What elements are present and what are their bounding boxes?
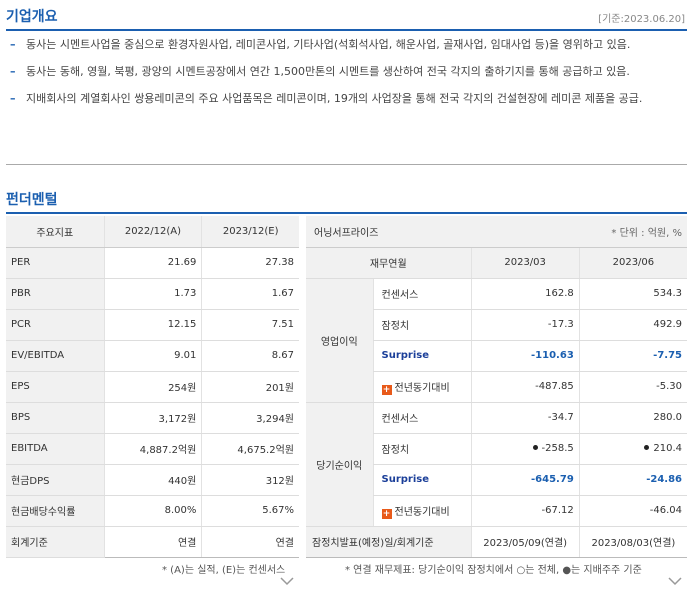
overview-list: – 동사는 시멘트사업을 중심으로 환경자원사업, 레미콘사업, 기타사업(석회석…: [10, 36, 680, 117]
controlling-shareholder-dot-icon: [644, 445, 650, 450]
group-label: 영업이익: [306, 278, 373, 403]
bullet-dash-icon: –: [10, 65, 16, 78]
table-row: BPS 3,172원 3,294원: [6, 402, 299, 434]
table-row: EBITDA 4,887.2억원 4,675.2억원: [6, 433, 299, 465]
table-row: PCR 12.15 7.51: [6, 309, 299, 341]
overview-title: 기업개요: [6, 9, 58, 25]
table-row: PER 21.69 27.38: [6, 247, 299, 279]
col-header: 주요지표: [6, 216, 104, 248]
fundamentals-top-rule: [6, 212, 687, 214]
yoy-expand-row[interactable]: + 전년동기대비: [372, 371, 471, 403]
col-header: 2022/12(A): [103, 216, 202, 248]
overview-date-note: [기준:2023.06.20]: [598, 14, 685, 25]
table-row: PBR 1.73 1.67: [6, 278, 299, 310]
unit-note: * 단위 : 억원, %: [471, 216, 687, 248]
expand-plus-icon[interactable]: +: [381, 508, 392, 519]
overview-top-rule: [6, 29, 687, 31]
col-header: 2023/12(E): [201, 216, 299, 248]
fundamentals-table: 주요지표 2022/12(A) 2023/12(E) PER 21.69 27.38…: [6, 216, 299, 558]
earnings-surprise-table: 어닝서프라이즈 * 단위 : 억원, % 재무연월 2023/03 2023/0…: [306, 216, 687, 558]
earnings-title: 어닝서프라이즈: [306, 216, 471, 248]
controlling-shareholder-dot-icon: [532, 445, 538, 450]
bullet-dash-icon: –: [10, 92, 16, 105]
table-row: 회계기준 연결 연결: [6, 526, 299, 558]
table-row: 당기순이익 컨센서스 -34.7 280.0: [306, 402, 687, 527]
overview-bottom-rule: [6, 164, 687, 165]
earnings-note: * 연결 재무제표: 당기순이익 잠정치에서 ○는 전체, ●는 지배주주 기준: [345, 565, 642, 576]
col-header: 2023/03: [470, 247, 580, 279]
overview-item: – 동사는 동해, 영월, 북평, 광양의 시멘트공장에서 연간 1,500만톤의…: [10, 65, 630, 78]
table-row: 현금DPS 440원 312원: [6, 464, 299, 496]
table-row: 영업이익 컨센서스 162.8 534.3: [306, 278, 687, 403]
overview-item: – 지배회사의 계열회사인 쌍용레미콘의 주요 사업품목은 레미콘이며, 19개의…: [10, 92, 643, 105]
table-header-row: 주요지표 2022/12(A) 2023/12(E): [6, 216, 299, 248]
fundamentals-note: * (A)는 실적, (E)는 컨센서스: [162, 565, 286, 576]
table-row: EV/EBITDA 9.01 8.67: [6, 340, 299, 372]
table-row: 현금배당수익률 8.00% 5.67%: [6, 495, 299, 527]
col-header: 2023/06: [578, 247, 687, 279]
fundamentals-title: 펀더멘털: [6, 192, 58, 208]
expand-plus-icon[interactable]: +: [381, 384, 392, 395]
overview-item: – 동사는 시멘트사업을 중심으로 환경자원사업, 레미콘사업, 기타사업(석회석…: [10, 38, 631, 51]
group-label: 당기순이익: [306, 402, 373, 527]
table-footer-row: 잠정치발표(예정)일/회계기준 2023/05/09(연결) 2023/08/0…: [306, 526, 687, 558]
yoy-expand-row[interactable]: + 전년동기대비: [372, 495, 471, 527]
chevron-down-icon[interactable]: [280, 576, 294, 586]
chevron-down-icon[interactable]: [668, 576, 682, 586]
table-row: EPS 254원 201원: [6, 371, 299, 403]
bullet-dash-icon: –: [10, 38, 16, 51]
table-header-row: 재무연월 2023/03 2023/06: [306, 247, 687, 279]
col-header: 재무연월: [306, 247, 471, 279]
table-title-row: 어닝서프라이즈 * 단위 : 억원, %: [306, 216, 687, 248]
